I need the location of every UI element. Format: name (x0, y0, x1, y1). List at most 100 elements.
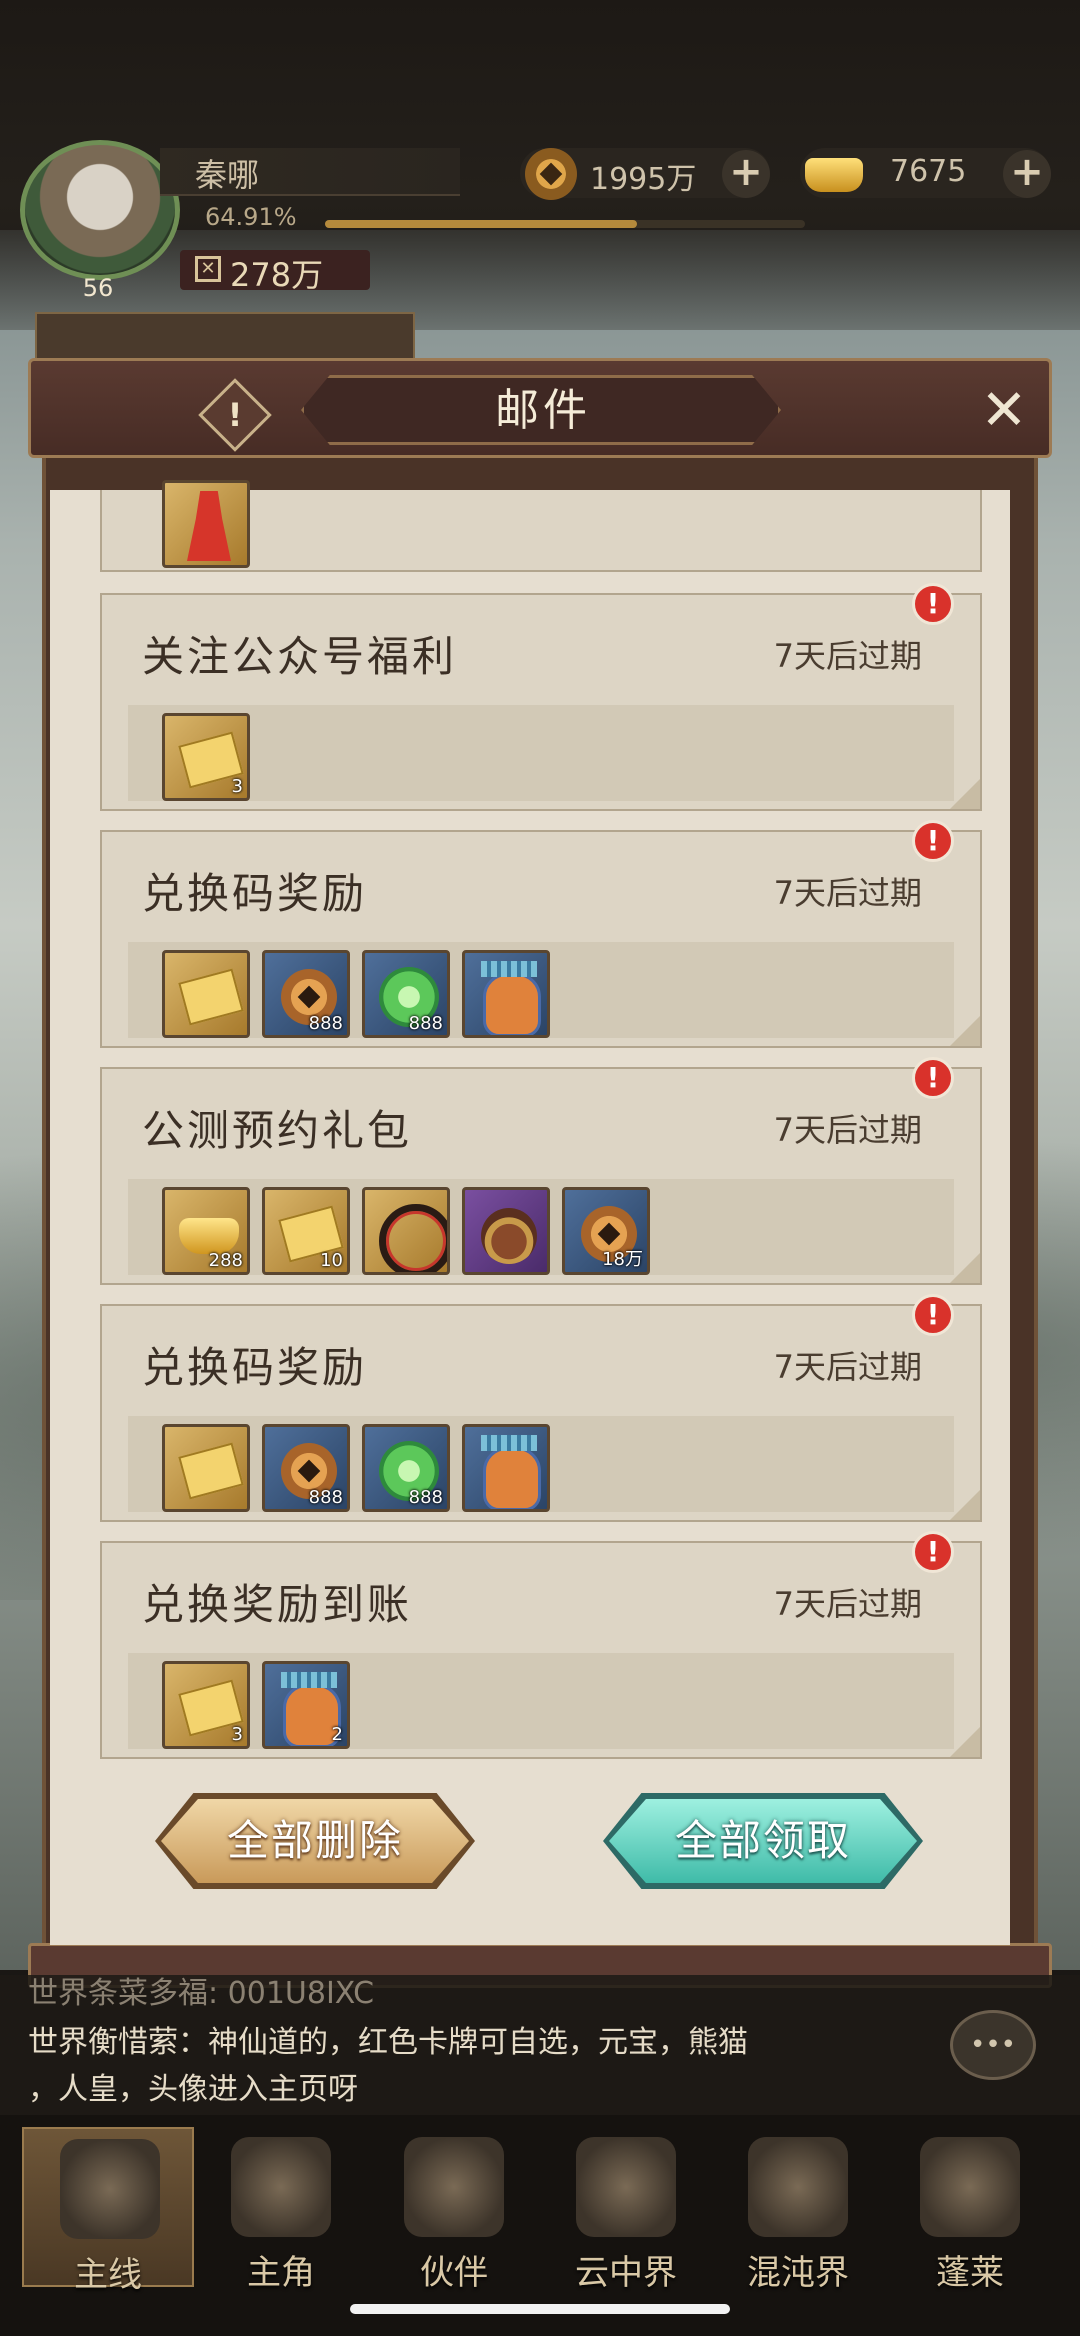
close-icon[interactable]: ✕ (976, 383, 1032, 439)
item-count: 18万 (602, 1249, 643, 1270)
mail-expiry: 7天后过期 (773, 874, 922, 912)
unread-badge-icon: ! (912, 1294, 954, 1336)
tab-hero[interactable]: 主角 (195, 2127, 367, 2293)
tab-partner[interactable]: 伙伴 (368, 2127, 540, 2293)
hero-icon (231, 2137, 331, 2237)
card-corner (950, 1016, 980, 1046)
mascot-icon[interactable] (462, 1424, 550, 1512)
tab-main-quest[interactable]: 主线 (22, 2127, 194, 2295)
copper-coin-icon[interactable]: 18万 (562, 1187, 650, 1275)
copper-coin-icon[interactable]: 888 (262, 950, 350, 1038)
ticket-icon[interactable]: 10 (262, 1187, 350, 1275)
dress-icon[interactable] (162, 480, 250, 568)
gate-icon (748, 2137, 848, 2237)
claim-all-button[interactable]: 全部领取 (603, 1793, 923, 1889)
helmet-icon (404, 2137, 504, 2237)
player-level: 56 (82, 274, 114, 302)
mail-title: 关注公众号福利 (142, 632, 458, 681)
gold-ingot-icon (805, 158, 863, 192)
player-name: 秦哪 (195, 156, 260, 194)
item-count: 3 (231, 1724, 243, 1745)
tab-penglai[interactable]: 蓬莱 (884, 2127, 1056, 2293)
mail-title: 兑换码奖励 (142, 869, 368, 918)
copper-coin-icon[interactable]: 888 (262, 1424, 350, 1512)
event-banner[interactable] (35, 312, 415, 362)
jade-orb-icon[interactable]: 888 (362, 950, 450, 1038)
pagoda-icon (576, 2137, 676, 2237)
ticket-icon[interactable] (162, 1424, 250, 1512)
delete-all-label: 全部删除 (226, 1816, 403, 1865)
unread-badge-icon: ! (912, 583, 954, 625)
sage-icon (920, 2137, 1020, 2237)
ticket-icon[interactable]: 3 (162, 1661, 250, 1749)
mail-item-partial[interactable] (100, 480, 982, 572)
add-copper-button[interactable]: + (722, 150, 770, 198)
reward-items: 3 (162, 713, 250, 803)
unread-badge-icon: ! (912, 820, 954, 862)
chat-line-1: 世界条菜多福: 001U8IXC (28, 1968, 374, 2012)
chat-comma: ， (28, 2072, 58, 2107)
mail-item[interactable]: 公测预约礼包 7天后过期! 288 10 18万 (100, 1057, 982, 1285)
tab-label: 主线 (74, 2255, 142, 2295)
mail-item[interactable]: 兑换码奖励 7天后过期! 888 888 (100, 820, 982, 1048)
bottom-tab-bar: 主线 主角 伙伴 云中界 混沌界 蓬莱 (0, 2115, 1080, 2336)
chat-text: 条菜多福: 001U8IXC (88, 1976, 375, 2011)
reward-items: 32 (162, 1661, 350, 1751)
jade-orb-icon[interactable]: 888 (362, 1424, 450, 1512)
gold-ingot-icon[interactable]: 288 (162, 1187, 250, 1275)
ticket-icon[interactable] (162, 950, 250, 1038)
chat-colon: ： (178, 2025, 208, 2060)
tab-label: 蓬莱 (936, 2253, 1004, 2293)
crossed-swords-icon (60, 2139, 160, 2239)
chat-sender[interactable]: 衡惜萦 (88, 2025, 178, 2060)
mail-item[interactable]: 关注公众号福利 7天后过期! 3 (100, 583, 982, 811)
chat-bubble-icon[interactable] (950, 2010, 1036, 2080)
item-count: 888 (308, 1487, 343, 1508)
tab-cloud-realm[interactable]: 云中界 (540, 2127, 712, 2293)
beast-icon[interactable] (462, 1187, 550, 1275)
add-ingot-button[interactable]: + (1003, 150, 1051, 198)
chat-text: 人皇，头像进入主页呀 (58, 2072, 358, 2107)
copper-value: 1995万 (590, 162, 697, 197)
copper-coin-icon (525, 148, 577, 200)
item-count: 2 (331, 1724, 343, 1745)
item-count: 10 (320, 1250, 343, 1271)
modal-title: 邮件 (495, 385, 591, 436)
mail-item[interactable]: 兑换奖励到账 7天后过期! 3 2 (100, 1531, 982, 1759)
exp-percent: 64.91% (205, 203, 297, 231)
swords-icon: ✕ (195, 256, 221, 282)
player-avatar[interactable] (20, 140, 180, 280)
mail-title: 兑换码奖励 (142, 1343, 368, 1392)
card-corner (950, 779, 980, 809)
ticket-icon[interactable]: 3 (162, 713, 250, 801)
mail-expiry: 7天后过期 (773, 1585, 922, 1623)
claim-all-label: 全部领取 (674, 1816, 851, 1865)
home-indicator[interactable] (350, 2304, 730, 2314)
tab-label: 伙伴 (420, 2253, 488, 2293)
ring-icon[interactable] (362, 1187, 450, 1275)
ingot-value: 7675 (890, 154, 967, 189)
mascot-icon[interactable] (462, 950, 550, 1038)
mascot-icon[interactable]: 2 (262, 1661, 350, 1749)
tab-chaos-realm[interactable]: 混沌界 (712, 2127, 884, 2293)
exp-progress-fill (325, 220, 637, 228)
mail-title: 兑换奖励到账 (142, 1580, 413, 1629)
chat-channel: 世界 (28, 2025, 88, 2060)
card-corner (950, 1490, 980, 1520)
unread-badge-icon: ! (912, 1531, 954, 1573)
delete-all-button[interactable]: 全部删除 (155, 1793, 475, 1889)
mail-item[interactable]: 兑换码奖励 7天后过期! 888 888 (100, 1294, 982, 1522)
card-corner (950, 1727, 980, 1757)
mail-expiry: 7天后过期 (773, 637, 922, 675)
item-count: 288 (208, 1250, 243, 1271)
mail-expiry: 7天后过期 (773, 1111, 922, 1149)
item-count: 888 (408, 1487, 443, 1508)
chat-channel: 世界 (28, 1976, 88, 2011)
chat-line-3: ，人皇，头像进入主页呀 (28, 2064, 358, 2108)
item-count: 888 (308, 1013, 343, 1034)
chat-line-2: 世界衡惜萦：神仙道的，红色卡牌可自选，元宝，熊猫 (28, 2017, 748, 2061)
item-count: 888 (408, 1013, 443, 1034)
reward-items: 888 888 (162, 1424, 550, 1514)
card-corner (950, 1253, 980, 1283)
tab-label: 云中界 (575, 2253, 677, 2293)
